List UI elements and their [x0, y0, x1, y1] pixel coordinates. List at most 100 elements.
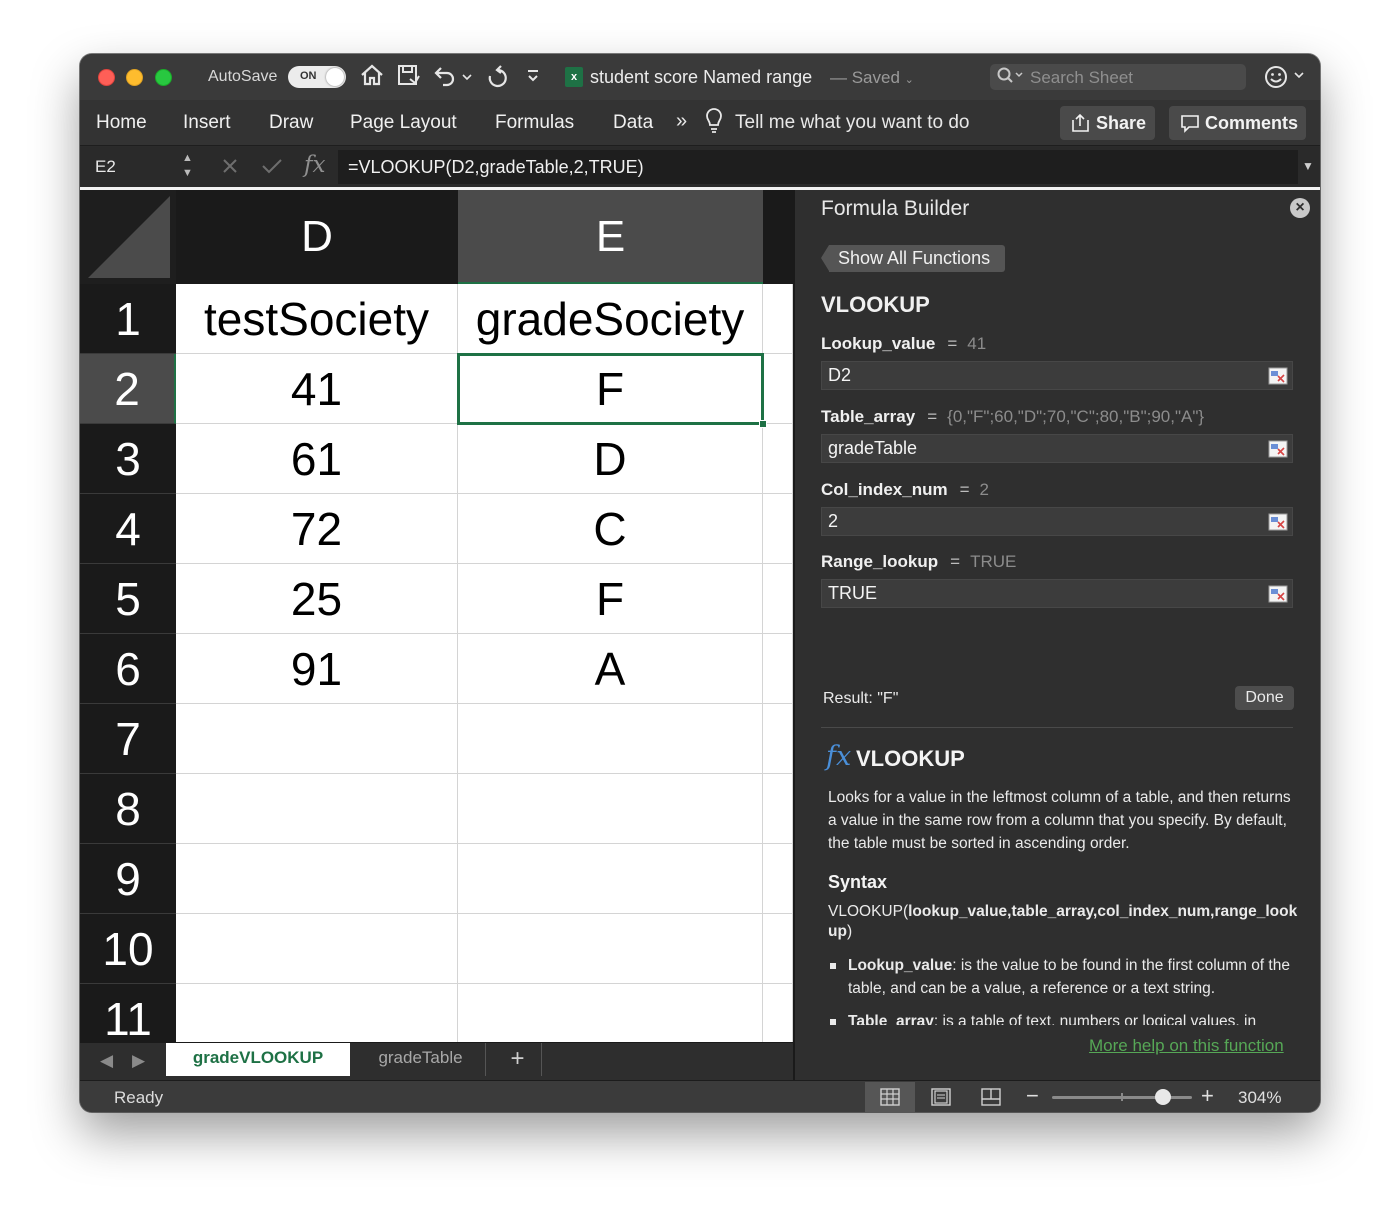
smiley-feedback-icon[interactable] [1264, 65, 1288, 95]
undo-icon[interactable] [432, 62, 458, 95]
feedback-chevron-down-icon[interactable] [1294, 70, 1304, 82]
row-header-7[interactable]: 7 [80, 704, 176, 774]
tab-page-layout[interactable]: Page Layout [350, 112, 457, 134]
cell-d7[interactable] [176, 704, 458, 774]
done-button[interactable]: Done [1235, 686, 1294, 710]
cell-e2[interactable]: F [458, 354, 763, 424]
show-all-functions-button[interactable]: Show All Functions [820, 245, 1006, 272]
cell-f11[interactable] [763, 984, 793, 1042]
more-help-link[interactable]: More help on this function [1089, 1036, 1284, 1056]
redo-icon[interactable] [484, 62, 510, 95]
zoom-slider-knob[interactable] [1154, 1089, 1171, 1105]
save-icon[interactable] [395, 62, 421, 95]
cell-e3[interactable]: D [458, 424, 763, 494]
cell-f6[interactable] [763, 634, 793, 704]
zoom-out-button[interactable]: − [1026, 1083, 1039, 1109]
cell-f10[interactable] [763, 914, 793, 984]
next-sheet-arrow-icon[interactable]: ▶ [132, 1051, 145, 1071]
cell-d2[interactable]: 41 [176, 354, 458, 424]
range-picker-icon[interactable] [1268, 584, 1288, 603]
expand-formula-bar-icon[interactable]: ▼ [1302, 159, 1314, 173]
cell-e10[interactable] [458, 914, 763, 984]
row-header-2[interactable]: 2 [80, 354, 176, 424]
tab-formulas[interactable]: Formulas [495, 112, 574, 134]
cell-d5[interactable]: 25 [176, 564, 458, 634]
search-sheet-box[interactable]: Search Sheet [990, 64, 1246, 90]
row-header-5[interactable]: 5 [80, 564, 176, 634]
cell-e4[interactable]: C [458, 494, 763, 564]
cell-d3[interactable]: 61 [176, 424, 458, 494]
col-index-num-input[interactable]: 2 [821, 507, 1293, 536]
tell-me-search[interactable]: Tell me what you want to do [735, 112, 969, 134]
home-icon[interactable] [359, 62, 385, 95]
cell-e11[interactable] [458, 984, 763, 1042]
sheet-tab-gradetable[interactable]: gradeTable [356, 1043, 486, 1076]
cell-f2[interactable] [763, 354, 793, 424]
share-button[interactable]: Share [1060, 106, 1155, 140]
minimize-window-button[interactable] [126, 69, 143, 86]
row-header-3[interactable]: 3 [80, 424, 176, 494]
row-header-1[interactable]: 1 [80, 284, 176, 354]
row-header-6[interactable]: 6 [80, 634, 176, 704]
cell-f8[interactable] [763, 774, 793, 844]
zoom-level[interactable]: 304% [1238, 1088, 1281, 1108]
previous-sheet-arrow-icon[interactable]: ◀ [100, 1051, 113, 1071]
tab-draw[interactable]: Draw [269, 112, 313, 134]
enter-check-icon[interactable] [261, 155, 283, 183]
customize-toolbar-icon[interactable] [526, 62, 540, 95]
zoom-window-button[interactable] [155, 69, 172, 86]
close-window-button[interactable] [98, 69, 115, 86]
cell-e1[interactable]: gradeSociety [458, 284, 763, 354]
row-header-10[interactable]: 10 [80, 914, 176, 984]
range-picker-icon[interactable] [1268, 366, 1288, 385]
name-box-stepper-icon[interactable]: ▲ ▼ [182, 151, 193, 181]
cell-f4[interactable] [763, 494, 793, 564]
cell-f9[interactable] [763, 844, 793, 914]
cancel-x-icon[interactable] [222, 155, 238, 183]
cell-f1[interactable] [763, 284, 793, 354]
cell-f3[interactable] [763, 424, 793, 494]
select-all-corner[interactable] [80, 190, 176, 284]
document-title[interactable]: student score Named range [590, 67, 812, 88]
table-array-input[interactable]: gradeTable [821, 434, 1293, 463]
undo-dropdown-chevron-down-icon[interactable] [462, 72, 472, 84]
close-pane-icon[interactable]: × [1290, 198, 1310, 218]
tab-insert[interactable]: Insert [183, 112, 231, 134]
add-sheet-button[interactable]: + [494, 1043, 542, 1076]
zoom-in-button[interactable]: + [1201, 1083, 1214, 1109]
cell-d4[interactable]: 72 [176, 494, 458, 564]
document-status[interactable]: — Saved ⌄ [830, 68, 914, 88]
lightbulb-icon[interactable] [704, 108, 724, 140]
tab-data[interactable]: Data [613, 112, 653, 134]
formula-input[interactable]: =VLOOKUP(D2,gradeTable,2,TRUE) [338, 150, 1298, 184]
range-lookup-input[interactable]: TRUE [821, 579, 1293, 608]
row-header-9[interactable]: 9 [80, 844, 176, 914]
cell-d1[interactable]: testSociety [176, 284, 458, 354]
row-header-4[interactable]: 4 [80, 494, 176, 564]
cell-d11[interactable] [176, 984, 458, 1042]
row-header-8[interactable]: 8 [80, 774, 176, 844]
autosave-toggle[interactable]: ON [288, 66, 346, 88]
column-header-d[interactable]: D [176, 190, 458, 284]
range-picker-icon[interactable] [1268, 439, 1288, 458]
cell-f5[interactable] [763, 564, 793, 634]
column-header-f[interactable] [763, 190, 793, 284]
comments-button[interactable]: Comments [1169, 106, 1306, 140]
lookup-value-input[interactable]: D2 [821, 361, 1293, 390]
tab-home[interactable]: Home [96, 112, 147, 134]
cell-f7[interactable] [763, 704, 793, 774]
cell-e7[interactable] [458, 704, 763, 774]
cell-d6[interactable]: 91 [176, 634, 458, 704]
cell-e9[interactable] [458, 844, 763, 914]
page-break-view-icon[interactable] [966, 1082, 1016, 1112]
column-header-e[interactable]: E [458, 190, 763, 284]
cell-d10[interactable] [176, 914, 458, 984]
page-layout-view-icon[interactable] [916, 1082, 966, 1112]
row-header-11[interactable]: 11 [80, 984, 176, 1042]
cell-e8[interactable] [458, 774, 763, 844]
cell-d9[interactable] [176, 844, 458, 914]
more-tabs-chevron-icon[interactable]: » [676, 110, 687, 133]
sheet-tab-gradevlookup[interactable]: gradeVLOOKUP [166, 1043, 350, 1076]
cell-d8[interactable] [176, 774, 458, 844]
range-picker-icon[interactable] [1268, 512, 1288, 531]
